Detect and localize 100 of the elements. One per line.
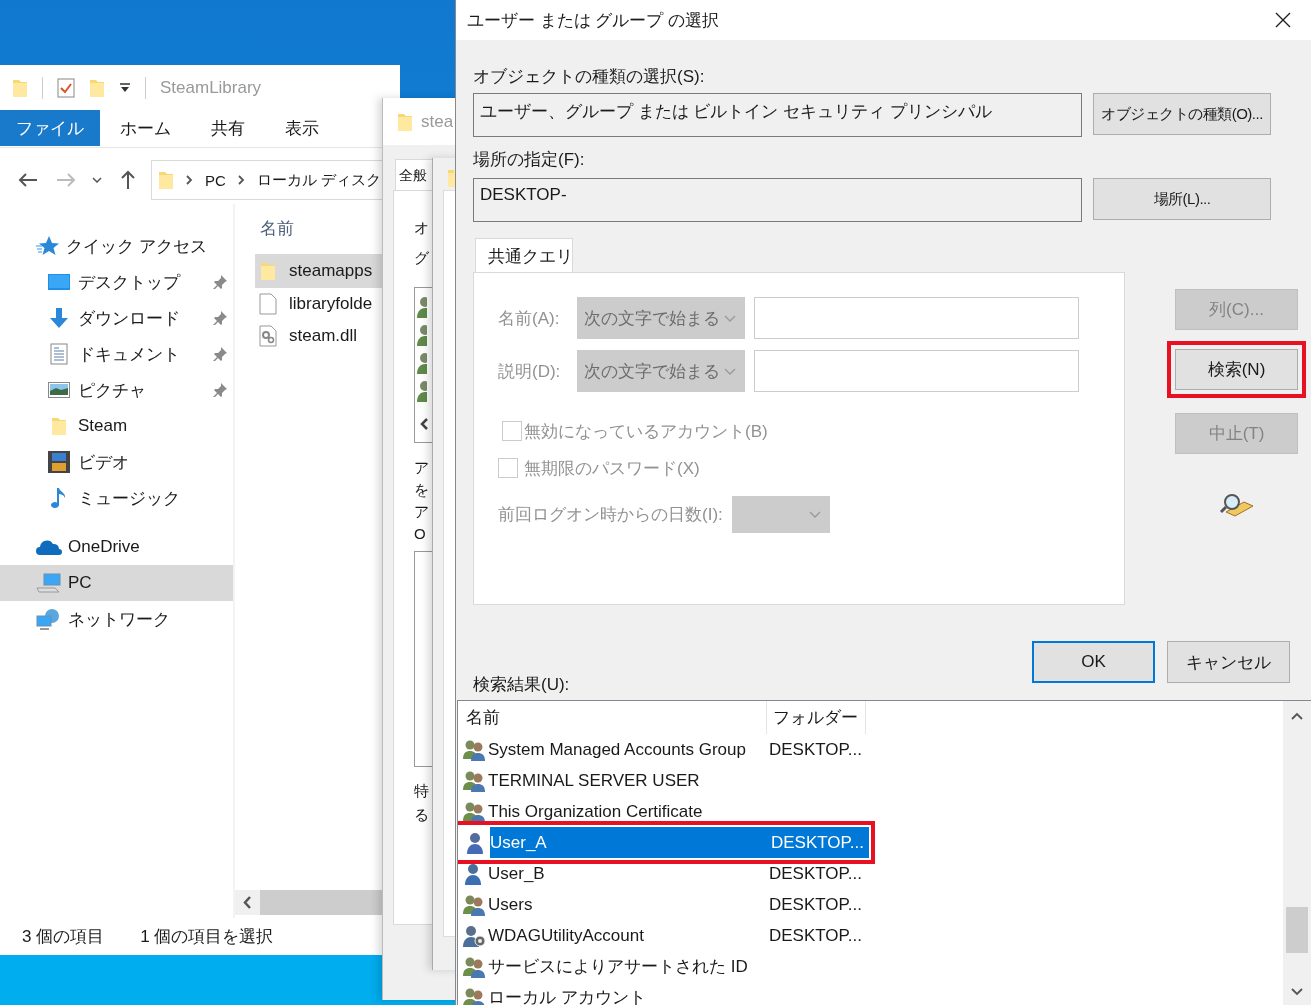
user-icon <box>417 296 427 318</box>
nav-item[interactable]: PC <box>0 565 233 601</box>
user-icon <box>417 352 427 374</box>
breadcrumb-item[interactable]: PC <box>205 171 226 189</box>
gear-file-icon <box>259 325 277 347</box>
window-title: stea <box>421 111 454 132</box>
pin-icon[interactable] <box>213 383 227 397</box>
cancel-button[interactable]: キャンセル <box>1167 641 1290 683</box>
nav-item[interactable]: OneDrive <box>0 529 233 565</box>
nav-item[interactable]: ミュージック <box>0 480 233 516</box>
field-label: 前回ログオン時からの日数(I): <box>498 504 724 526</box>
result-row[interactable]: Users DESKTOP... <box>458 889 867 920</box>
user-group-icon <box>462 769 486 792</box>
folder-icon <box>447 168 455 188</box>
dropdown-icon[interactable] <box>119 82 131 93</box>
dialog-title: ユーザー または グループ の選択 <box>467 9 720 32</box>
breadcrumb-item[interactable]: ローカル ディスク <box>256 170 381 190</box>
pin-icon[interactable] <box>213 347 227 361</box>
scrollbar[interactable] <box>1283 701 1311 1005</box>
result-row[interactable]: WDAGUtilityAccount DESKTOP... <box>458 920 867 951</box>
file-row[interactable]: steam.dll <box>255 320 400 352</box>
nav-item[interactable]: ビデオ <box>0 444 233 480</box>
result-row[interactable]: TERMINAL SERVER USER <box>458 765 867 796</box>
picture-icon <box>48 381 70 399</box>
label-text: オ <box>414 218 429 238</box>
result-row[interactable]: ローカル アカウント <box>458 982 867 1005</box>
status-text: 3 個の項目 <box>22 926 105 948</box>
scroll-down-icon[interactable] <box>1290 987 1304 997</box>
field-label: オブジェクトの種類の選択(S): <box>473 66 706 87</box>
checkmark-icon[interactable] <box>57 77 75 98</box>
object-type-field: ユーザー、グループ または ビルトイン セキュリティ プリンシパル <box>473 93 1082 137</box>
scroll-left-icon[interactable] <box>419 417 429 431</box>
folder-icon <box>397 111 413 132</box>
result-row[interactable]: サービスによりアサートされた ID <box>458 951 867 982</box>
scroll-thumb[interactable] <box>1286 907 1308 953</box>
label-text: ア <box>414 458 429 478</box>
music-note-icon <box>51 487 67 509</box>
folder-icon <box>12 77 28 98</box>
user-icon <box>417 324 427 346</box>
user-group-icon <box>462 800 486 823</box>
scroll-up-icon[interactable] <box>1290 711 1304 721</box>
folder-icon <box>260 261 276 281</box>
result-row[interactable]: This Organization Certificate <box>458 796 867 827</box>
nav-item[interactable]: ピクチャ <box>0 372 233 408</box>
computer-icon <box>36 573 62 593</box>
user-group-icon <box>462 955 486 978</box>
film-icon <box>48 451 70 473</box>
cloud-icon <box>36 539 62 555</box>
nav-item[interactable]: ドキュメント <box>0 336 233 372</box>
label-text: る <box>414 805 429 825</box>
close-icon[interactable] <box>1275 12 1291 28</box>
document-icon <box>50 343 68 365</box>
column-header[interactable]: 名前 <box>458 701 767 734</box>
nav-item[interactable]: クイック アクセス <box>0 228 233 264</box>
ok-button[interactable]: OK <box>1032 641 1155 683</box>
pin-icon[interactable] <box>213 275 227 289</box>
results-label: 検索結果(U): <box>473 674 570 695</box>
ribbon-tab[interactable]: 表示 <box>265 110 339 146</box>
checkbox-label: 無期限のパスワード(X) <box>524 457 700 480</box>
location-button[interactable]: 場所(L)... <box>1093 178 1271 220</box>
chevron-right-icon <box>237 175 245 185</box>
magnifier-icon <box>1219 492 1254 518</box>
file-row[interactable]: libraryfolde <box>255 288 400 320</box>
field-label: 名前(A): <box>498 307 561 330</box>
side-button[interactable]: 検索(N) <box>1175 349 1298 390</box>
folder-icon <box>51 416 67 436</box>
nav-item[interactable]: デスクトップ <box>0 264 233 300</box>
nav-item[interactable]: ネットワーク <box>0 601 233 637</box>
result-row[interactable]: User_B DESKTOP... <box>458 858 867 889</box>
field-label: 説明(D): <box>498 360 562 383</box>
ribbon-tab[interactable]: ファイル <box>0 110 100 146</box>
field-label: 場所の指定(F): <box>473 149 586 170</box>
label-text: 特 <box>414 781 429 801</box>
file-icon <box>259 293 277 315</box>
chevron-down-icon <box>809 511 821 518</box>
label-text: グ <box>414 248 429 268</box>
ribbon-tab[interactable]: ホーム <box>100 110 191 146</box>
label-text: O <box>414 524 426 544</box>
chevron-down-icon[interactable] <box>92 177 102 183</box>
folder-icon <box>89 77 105 98</box>
result-row[interactable]: System Managed Accounts Group DESKTOP... <box>458 734 867 765</box>
nav-item[interactable]: ダウンロード <box>0 300 233 336</box>
status-text: 1 個の項目を選択 <box>140 926 274 948</box>
star-icon <box>36 235 60 257</box>
user-group-icon <box>462 893 486 916</box>
up-arrow-icon[interactable] <box>120 170 136 190</box>
ribbon-tab[interactable]: 共有 <box>191 110 265 146</box>
desktop-icon <box>48 273 70 291</box>
label-text: ア <box>414 502 429 522</box>
folder-icon <box>158 170 174 190</box>
column-header[interactable]: フォルダー <box>767 701 866 734</box>
tab[interactable]: 共通クエリ <box>475 238 573 272</box>
label-text: を <box>414 480 429 500</box>
object-type-button[interactable]: オブジェクトの種類(O)... <box>1093 93 1271 135</box>
pin-icon[interactable] <box>213 311 227 325</box>
user-group-icon <box>462 986 486 1005</box>
network-icon <box>36 608 62 630</box>
nav-item[interactable]: Steam <box>0 408 233 444</box>
forward-arrow-icon[interactable] <box>56 172 76 188</box>
back-arrow-icon[interactable] <box>18 172 38 188</box>
